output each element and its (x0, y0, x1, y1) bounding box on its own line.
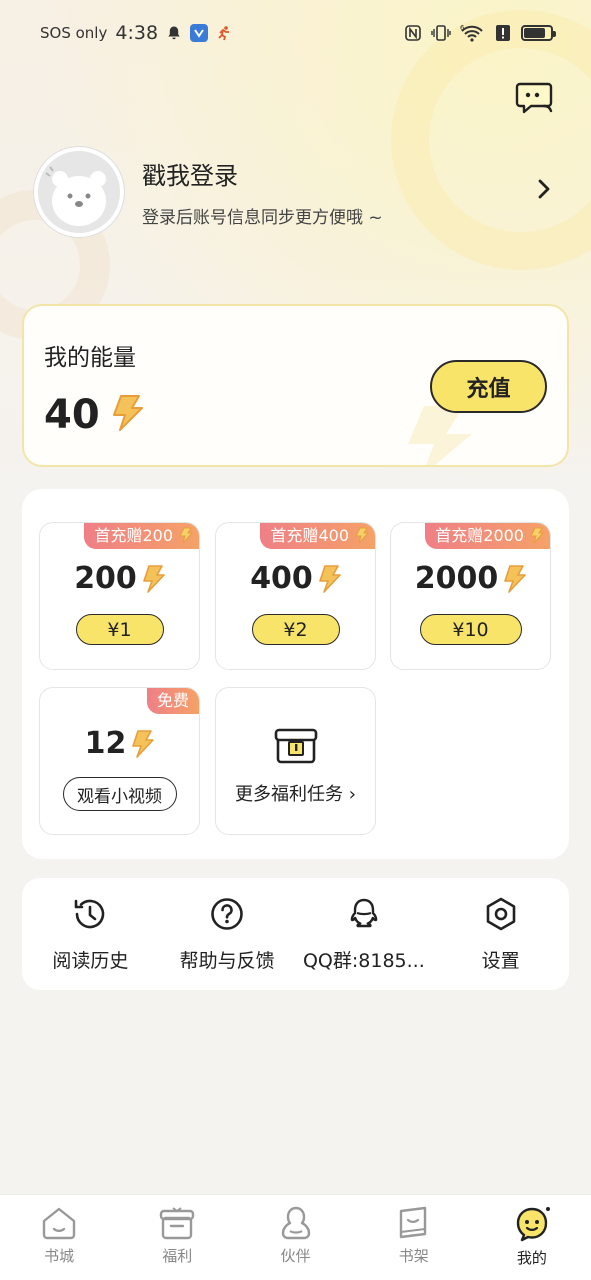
nav-label: 我的 (516, 1249, 547, 1267)
energy-card: 我的能量 40 充值 (22, 304, 569, 467)
nav-label: 书架 (398, 1247, 429, 1265)
bolt-icon (504, 564, 527, 593)
bolt-icon (319, 564, 341, 593)
avatar[interactable] (34, 147, 124, 237)
history-icon (75, 899, 105, 929)
chevron-right-icon (537, 177, 559, 207)
nav-label: 福利 (162, 1247, 193, 1265)
free-badge: 免费 (146, 688, 199, 714)
free-amount: 12 (84, 726, 127, 761)
tools-row: 阅读历史 帮助与反馈 QQ群:8185... 设置 (22, 878, 569, 990)
vibrate-icon (431, 23, 451, 43)
battery-icon (521, 25, 556, 41)
gift-icon (160, 1207, 195, 1240)
login-row[interactable]: 戳我登录 登录后账号信息同步更方便哦 ~ (34, 146, 559, 238)
network-label: 6 (460, 24, 465, 32)
qq-icon (350, 898, 378, 928)
status-bar: SOS only 4:38 6 (0, 0, 591, 66)
more-tasks-label: 更多福利任务 › (235, 784, 356, 805)
package-price: ¥10 (419, 614, 522, 645)
nav-me[interactable]: 我的 (473, 1195, 591, 1280)
nav-bookshelf[interactable]: 书架 (355, 1195, 473, 1280)
tool-reading-history[interactable]: 阅读历史 (22, 878, 159, 990)
tool-settings[interactable]: 设置 (432, 878, 569, 990)
first-recharge-badge: 首充赠200 (84, 523, 199, 549)
login-title: 戳我登录 (142, 162, 238, 190)
bolt-icon (143, 564, 165, 593)
bottom-nav: 书城 福利 伙伴 书架 我的 (0, 1194, 591, 1280)
help-icon (211, 898, 243, 930)
message-icon[interactable] (515, 80, 555, 116)
first-recharge-badge: 首充赠2000 (425, 523, 550, 549)
tool-qq-group[interactable]: QQ群:8185... (296, 878, 433, 990)
tool-help-feedback[interactable]: 帮助与反馈 (159, 878, 296, 990)
badge-text: 首充赠200 (94, 526, 173, 545)
tool-label: 阅读历史 (52, 950, 129, 972)
me-icon (516, 1207, 550, 1242)
clock: 4:38 (115, 22, 159, 44)
package-amount: 2000 (414, 561, 499, 596)
recharge-button[interactable]: 充值 (430, 360, 547, 413)
watch-video-button[interactable]: 观看小视频 (62, 777, 177, 811)
gift-box-icon (274, 724, 318, 768)
home-icon (42, 1207, 76, 1240)
package-price: ¥1 (75, 614, 164, 645)
package-price: ¥2 (251, 614, 340, 645)
battery-level (524, 28, 545, 38)
package-card[interactable]: 首充赠200 200 ¥1 (39, 522, 200, 670)
tool-label: QQ群:8185... (302, 950, 425, 972)
nav-bookstore[interactable]: 书城 (0, 1195, 118, 1280)
alert-icon (493, 23, 513, 43)
nav-partner[interactable]: 伙伴 (236, 1195, 354, 1280)
wifi-icon: 6 (459, 23, 485, 43)
bolt-icon (355, 527, 369, 544)
package-amount: 200 (74, 561, 137, 596)
settings-icon (486, 897, 515, 931)
tool-label: 设置 (481, 950, 520, 972)
bolt-icon (179, 527, 193, 544)
package-card[interactable]: 首充赠400 400 ¥2 (215, 522, 376, 670)
carrier-text: SOS only (40, 24, 108, 42)
energy-value: 40 (44, 392, 100, 438)
bear-avatar-icon (38, 151, 120, 233)
badge-text: 首充赠400 (270, 526, 349, 545)
nav-label: 书城 (44, 1247, 75, 1265)
bolt-icon (530, 527, 544, 544)
partner-icon (281, 1206, 310, 1240)
first-recharge-badge: 首充赠400 (260, 523, 375, 549)
bolt-watermark-icon (394, 406, 484, 465)
bookshelf-icon (399, 1206, 426, 1239)
bolt-icon (132, 729, 155, 758)
badge-text: 首充赠2000 (435, 526, 524, 545)
package-card[interactable]: 首充赠2000 2000 ¥10 (390, 522, 551, 670)
tool-label: 帮助与反馈 (179, 950, 275, 972)
runner-app-icon (214, 23, 234, 43)
bell-icon (164, 23, 184, 43)
bolt-icon (110, 394, 144, 436)
recharge-packages: 首充赠200 200 ¥1 首充赠400 400 ¥2 首充赠2000 2000… (22, 489, 569, 859)
energy-label: 我的能量 (44, 345, 136, 371)
package-amount: 400 (250, 561, 313, 596)
app-notification-icon (190, 24, 209, 42)
free-video-card[interactable]: 免费 12 观看小视频 (39, 687, 200, 835)
nav-welfare[interactable]: 福利 (118, 1195, 236, 1280)
more-tasks-card[interactable]: 更多福利任务 › (215, 687, 376, 835)
login-subtitle: 登录后账号信息同步更方便哦 ~ (142, 208, 383, 228)
nav-label: 伙伴 (280, 1247, 311, 1265)
nfc-icon (403, 23, 423, 43)
